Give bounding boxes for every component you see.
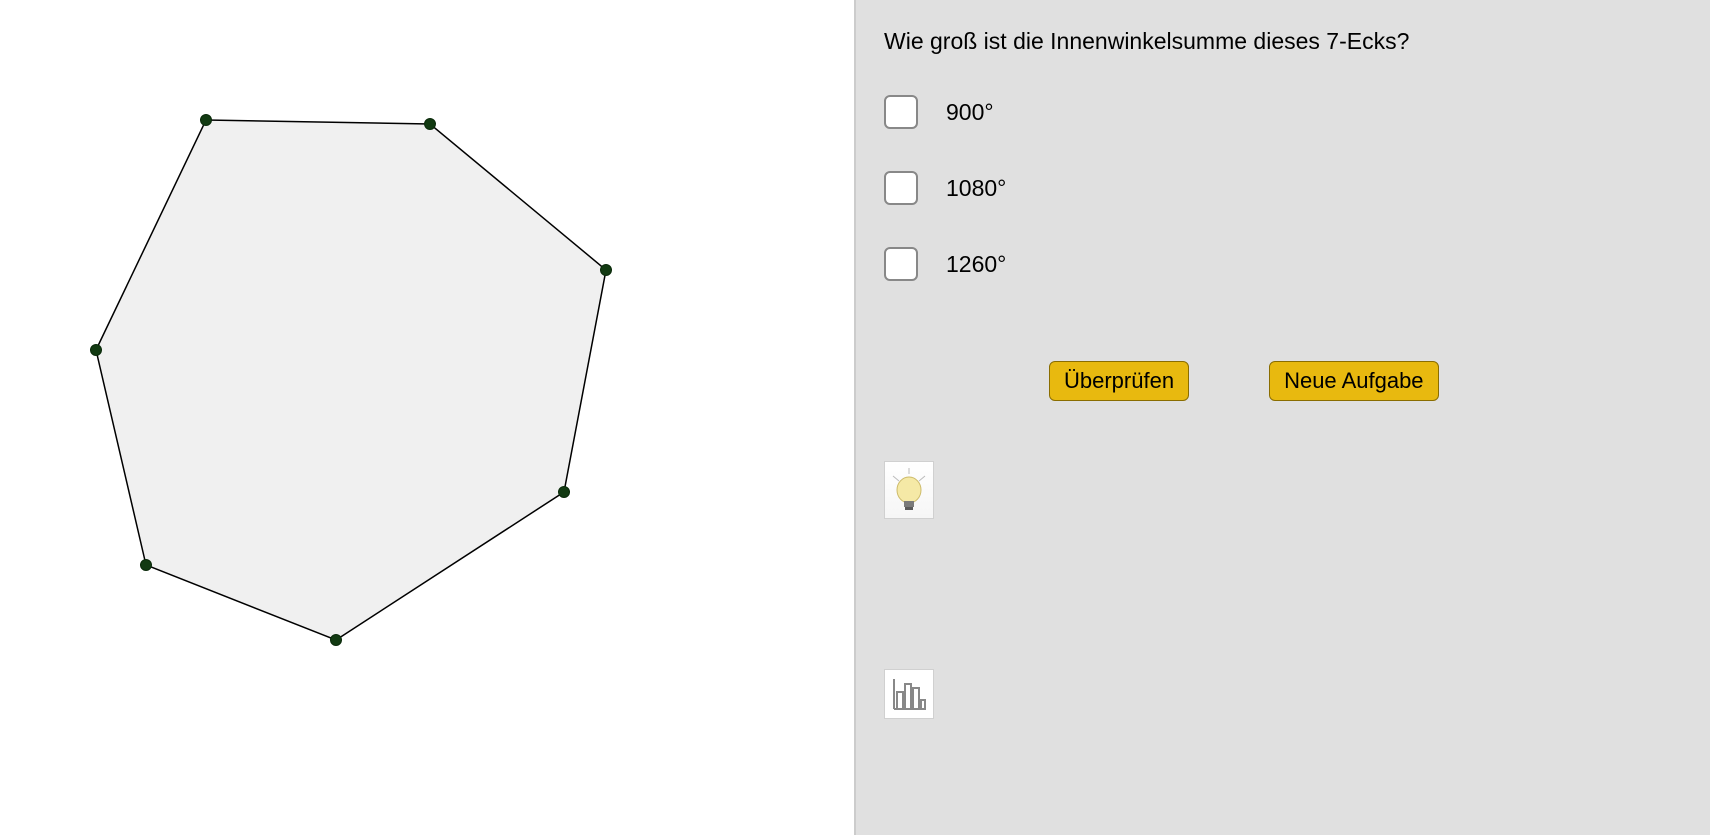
bar-chart-icon [889,674,929,714]
stats-button[interactable] [884,669,934,719]
answer-label: 1080° [946,175,1006,202]
question-panel: Wie groß ist die Innenwinkelsumme dieses… [856,0,1710,835]
new-task-button[interactable]: Neue Aufgabe [1269,361,1438,401]
polygon-vertex-3[interactable] [559,487,570,498]
polygon-shape[interactable] [96,120,606,640]
app-root: Wie groß ist die Innenwinkelsumme dieses… [0,0,1710,835]
polygon-vertex-1[interactable] [425,119,436,130]
check-button[interactable]: Überprüfen [1049,361,1189,401]
lightbulb-icon [889,466,929,514]
answer-option: 900° [884,95,1682,129]
answer-options: 900° 1080° 1260° [884,95,1682,281]
answer-option: 1080° [884,171,1682,205]
geometry-canvas[interactable] [0,0,854,835]
polygon-vertex-6[interactable] [91,345,102,356]
hint-button[interactable] [884,461,934,519]
polygon-vertex-4[interactable] [331,635,342,646]
polygon-vertex-2[interactable] [601,265,612,276]
polygon-vertex-0[interactable] [201,115,212,126]
answer-label: 1260° [946,251,1006,278]
answer-checkbox-0[interactable] [884,95,918,129]
answer-option: 1260° [884,247,1682,281]
answer-checkbox-1[interactable] [884,171,918,205]
action-buttons: Überprüfen Neue Aufgabe [1049,361,1682,401]
answer-label: 900° [946,99,994,126]
answer-checkbox-2[interactable] [884,247,918,281]
question-text: Wie groß ist die Innenwinkelsumme dieses… [884,28,1682,55]
polygon-vertex-5[interactable] [141,560,152,571]
polygon-svg [0,0,854,835]
